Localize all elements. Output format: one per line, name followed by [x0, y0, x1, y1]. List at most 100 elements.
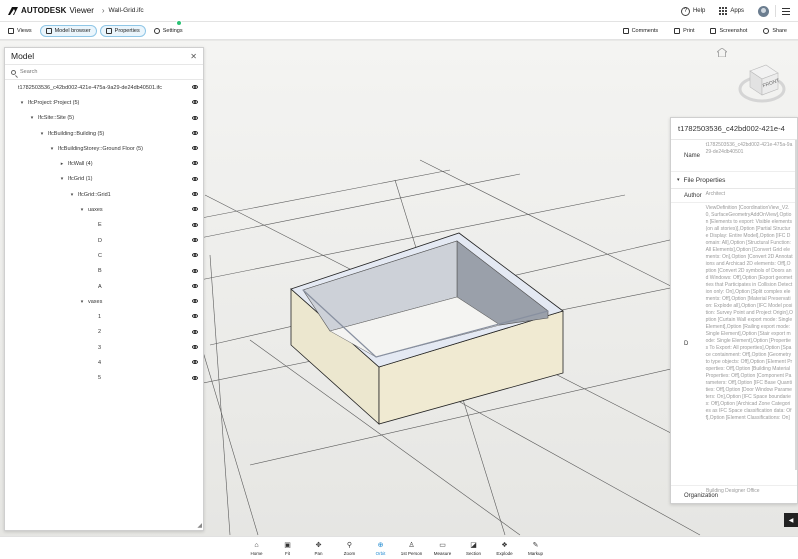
- visibility-eye-icon[interactable]: [192, 176, 198, 181]
- tree-row-label: IfcProject::Project (5): [28, 99, 80, 106]
- resize-handle-icon[interactable]: ◢: [197, 522, 202, 529]
- property-key: Organization: [684, 492, 719, 499]
- home-tool-button[interactable]: ⌂ Home: [241, 537, 272, 559]
- tool-label: Pan: [314, 550, 323, 556]
- visibility-eye-icon[interactable]: [192, 283, 198, 288]
- autodesk-logo[interactable]: AUTODESK Viewer: [0, 0, 94, 22]
- tree-row[interactable]: ▾ IfcGrid::Grid1: [5, 187, 203, 202]
- share-button[interactable]: Share: [758, 25, 792, 37]
- visibility-eye-icon[interactable]: [192, 253, 198, 258]
- screenshot-button[interactable]: Screenshot: [705, 25, 752, 37]
- apps-button[interactable]: Apps: [719, 7, 744, 15]
- visibility-eye-icon[interactable]: [192, 222, 198, 227]
- markup-tool-button[interactable]: ✎ Markup: [520, 537, 551, 559]
- chevron-down-icon[interactable]: ▾: [59, 176, 65, 182]
- visibility-eye-icon[interactable]: [192, 161, 198, 166]
- tree-row[interactable]: 5: [5, 371, 203, 386]
- tree-row[interactable]: t1782503536_c42bd002-421e-475a-9a29-de24…: [5, 80, 203, 95]
- chevron-down-icon[interactable]: ▾: [79, 207, 85, 213]
- chevron-down-icon[interactable]: ▾: [29, 115, 35, 121]
- tree-row[interactable]: ▾ vaxes: [5, 294, 203, 309]
- menu-icon[interactable]: [782, 7, 790, 15]
- 1st-person-tool-button[interactable]: ♙ 1st Person: [396, 537, 427, 559]
- search-input[interactable]: [20, 69, 190, 75]
- tree-row[interactable]: ▾ IfcGrid (1): [5, 172, 203, 187]
- close-icon[interactable]: ✕: [190, 52, 197, 61]
- zoom-tool-button[interactable]: ⚲ Zoom: [334, 537, 365, 559]
- visibility-eye-icon[interactable]: [192, 375, 198, 380]
- tree-row[interactable]: B: [5, 264, 203, 279]
- home-view-icon[interactable]: [715, 47, 729, 59]
- collapse-panel-tab[interactable]: ◀: [784, 513, 798, 527]
- settings-button[interactable]: Settings: [149, 25, 188, 37]
- orbit-tool-button[interactable]: ⊕ Orbit: [365, 537, 396, 559]
- section-tool-button[interactable]: ◪ Section: [458, 537, 489, 559]
- tree-row[interactable]: ▾ uaxes: [5, 202, 203, 217]
- visibility-eye-icon[interactable]: [192, 268, 198, 273]
- tree-row[interactable]: A: [5, 279, 203, 294]
- arrow-icon: ◀: [788, 517, 794, 524]
- measure-tool-button[interactable]: ▭ Measure: [427, 537, 458, 559]
- tree-row[interactable]: ▾ IfcSite::Site (5): [5, 111, 203, 126]
- visibility-eye-icon[interactable]: [192, 314, 198, 319]
- tree-row-label: 5: [98, 375, 102, 382]
- model-browser-button[interactable]: Model browser: [39, 24, 97, 37]
- tool-label: Section: [465, 550, 481, 556]
- comments-button[interactable]: Comments: [618, 25, 664, 37]
- tool-label: Fit: [285, 550, 290, 556]
- tree-row[interactable]: ▾ IfcProject::Project (5): [5, 95, 203, 110]
- property-row-organization: Organization Building Designer Office: [671, 486, 797, 503]
- apps-grid-icon: [719, 7, 728, 15]
- visibility-eye-icon[interactable]: [192, 360, 198, 365]
- tree-row[interactable]: 4: [5, 355, 203, 370]
- tree-row[interactable]: 3: [5, 340, 203, 355]
- visibility-eye-icon[interactable]: [192, 115, 198, 120]
- visibility-eye-icon[interactable]: [192, 299, 198, 304]
- tree-row[interactable]: D: [5, 233, 203, 248]
- section-icon: ◪: [470, 541, 477, 549]
- tree-row[interactable]: ▾ IfcBuilding::Building (5): [5, 126, 203, 141]
- chevron-down-icon[interactable]: ▾: [39, 131, 45, 137]
- print-button[interactable]: Print: [669, 25, 699, 37]
- visibility-eye-icon[interactable]: [192, 85, 198, 89]
- viewcube[interactable]: FRONT: [736, 55, 788, 107]
- views-button[interactable]: Views: [3, 25, 37, 37]
- tree-row-label: IfcGrid (1): [68, 176, 93, 183]
- chevron-down-icon[interactable]: ▾: [69, 192, 75, 198]
- tree-row[interactable]: 2: [5, 325, 203, 340]
- views-icon: [8, 27, 14, 34]
- visibility-eye-icon[interactable]: [192, 192, 198, 197]
- fit-tool-button[interactable]: ▣ Fit: [272, 537, 303, 559]
- chevron-down-icon[interactable]: ▾: [49, 146, 55, 152]
- explode-tool-button[interactable]: ❖ Explode: [489, 537, 520, 559]
- settings-label: Settings: [162, 27, 183, 34]
- visibility-eye-icon[interactable]: [192, 345, 198, 350]
- user-avatar[interactable]: [758, 5, 769, 17]
- tree-row[interactable]: ▾ IfcBuildingStorey::Ground Floor (5): [5, 141, 203, 156]
- tree-row[interactable]: C: [5, 248, 203, 263]
- chevron-right-icon[interactable]: ▸: [59, 161, 65, 167]
- tree-row[interactable]: E: [5, 218, 203, 233]
- visibility-eye-icon[interactable]: [192, 207, 198, 212]
- tree-row[interactable]: 1: [5, 309, 203, 324]
- search-icon: [11, 69, 16, 75]
- model-search-bar: [5, 65, 203, 80]
- model-browser-panel: Model ✕ t1782503536_c42bd002-421e-475a-9…: [4, 47, 204, 531]
- comment-icon: [622, 28, 629, 34]
- visibility-eye-icon[interactable]: [192, 237, 198, 242]
- visibility-eye-icon[interactable]: [192, 329, 198, 334]
- tree-row[interactable]: ▸ IfcWall (4): [5, 156, 203, 171]
- help-button[interactable]: ? Help: [680, 6, 705, 16]
- wall-model[interactable]: [290, 232, 564, 425]
- file-properties-section[interactable]: ▾ File Properties: [671, 172, 797, 189]
- visibility-eye-icon[interactable]: [192, 146, 198, 151]
- autodesk-logo-icon: [8, 6, 18, 15]
- visibility-eye-icon[interactable]: [192, 100, 198, 105]
- properties-button[interactable]: Properties: [99, 24, 146, 37]
- properties-scrollbar[interactable]: [795, 140, 797, 470]
- visibility-eye-icon[interactable]: [192, 130, 198, 135]
- chevron-down-icon[interactable]: ▾: [19, 100, 25, 106]
- chevron-down-icon[interactable]: ▾: [79, 299, 85, 305]
- chevron-down-icon: ▾: [677, 177, 680, 183]
- pan-tool-button[interactable]: ✥ Pan: [303, 537, 334, 559]
